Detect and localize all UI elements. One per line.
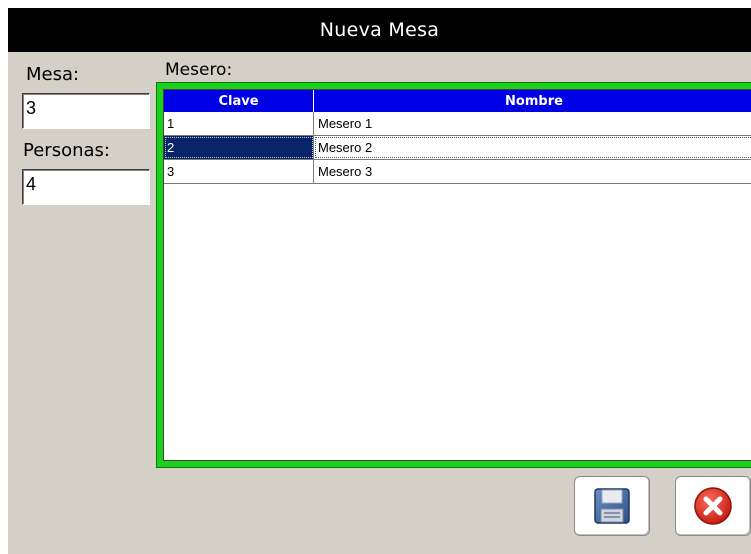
column-header-nombre[interactable]: Nombre <box>314 90 751 112</box>
mesa-label: Mesa: <box>26 64 80 85</box>
mesero-grid[interactable]: Clave Nombre 1 Mesero 1 2 Mesero 2 3 Mes… <box>163 89 751 461</box>
cancel-button[interactable] <box>675 476 751 536</box>
window-title: Nueva Mesa <box>8 8 751 52</box>
table-row[interactable]: 3 Mesero 3 <box>164 160 751 184</box>
mesero-label: Mesero: <box>165 60 233 80</box>
mesero-grid-frame: Clave Nombre 1 Mesero 1 2 Mesero 2 3 Mes… <box>156 82 751 468</box>
cell-clave: 3 <box>164 160 314 183</box>
cell-clave: 1 <box>164 112 314 135</box>
nueva-mesa-window: Nueva Mesa Mesa: 3 Personas: 4 Mesero: C… <box>8 8 751 554</box>
grid-header: Clave Nombre <box>164 90 751 112</box>
floppy-disk-icon <box>594 488 630 524</box>
personas-input[interactable]: 4 <box>22 169 150 205</box>
mesa-input[interactable]: 3 <box>22 93 150 129</box>
table-row[interactable]: 1 Mesero 1 <box>164 112 751 136</box>
personas-label: Personas: <box>23 140 110 161</box>
cell-nombre: Mesero 3 <box>318 164 373 179</box>
close-circle-icon <box>694 487 732 525</box>
column-header-clave[interactable]: Clave <box>164 90 314 112</box>
cell-nombre: Mesero 1 <box>318 116 373 131</box>
save-button[interactable] <box>574 476 650 536</box>
cell-nombre: Mesero 2 <box>314 136 751 159</box>
cell-clave: 2 <box>164 136 314 159</box>
table-row-selected[interactable]: 2 Mesero 2 <box>164 136 751 160</box>
